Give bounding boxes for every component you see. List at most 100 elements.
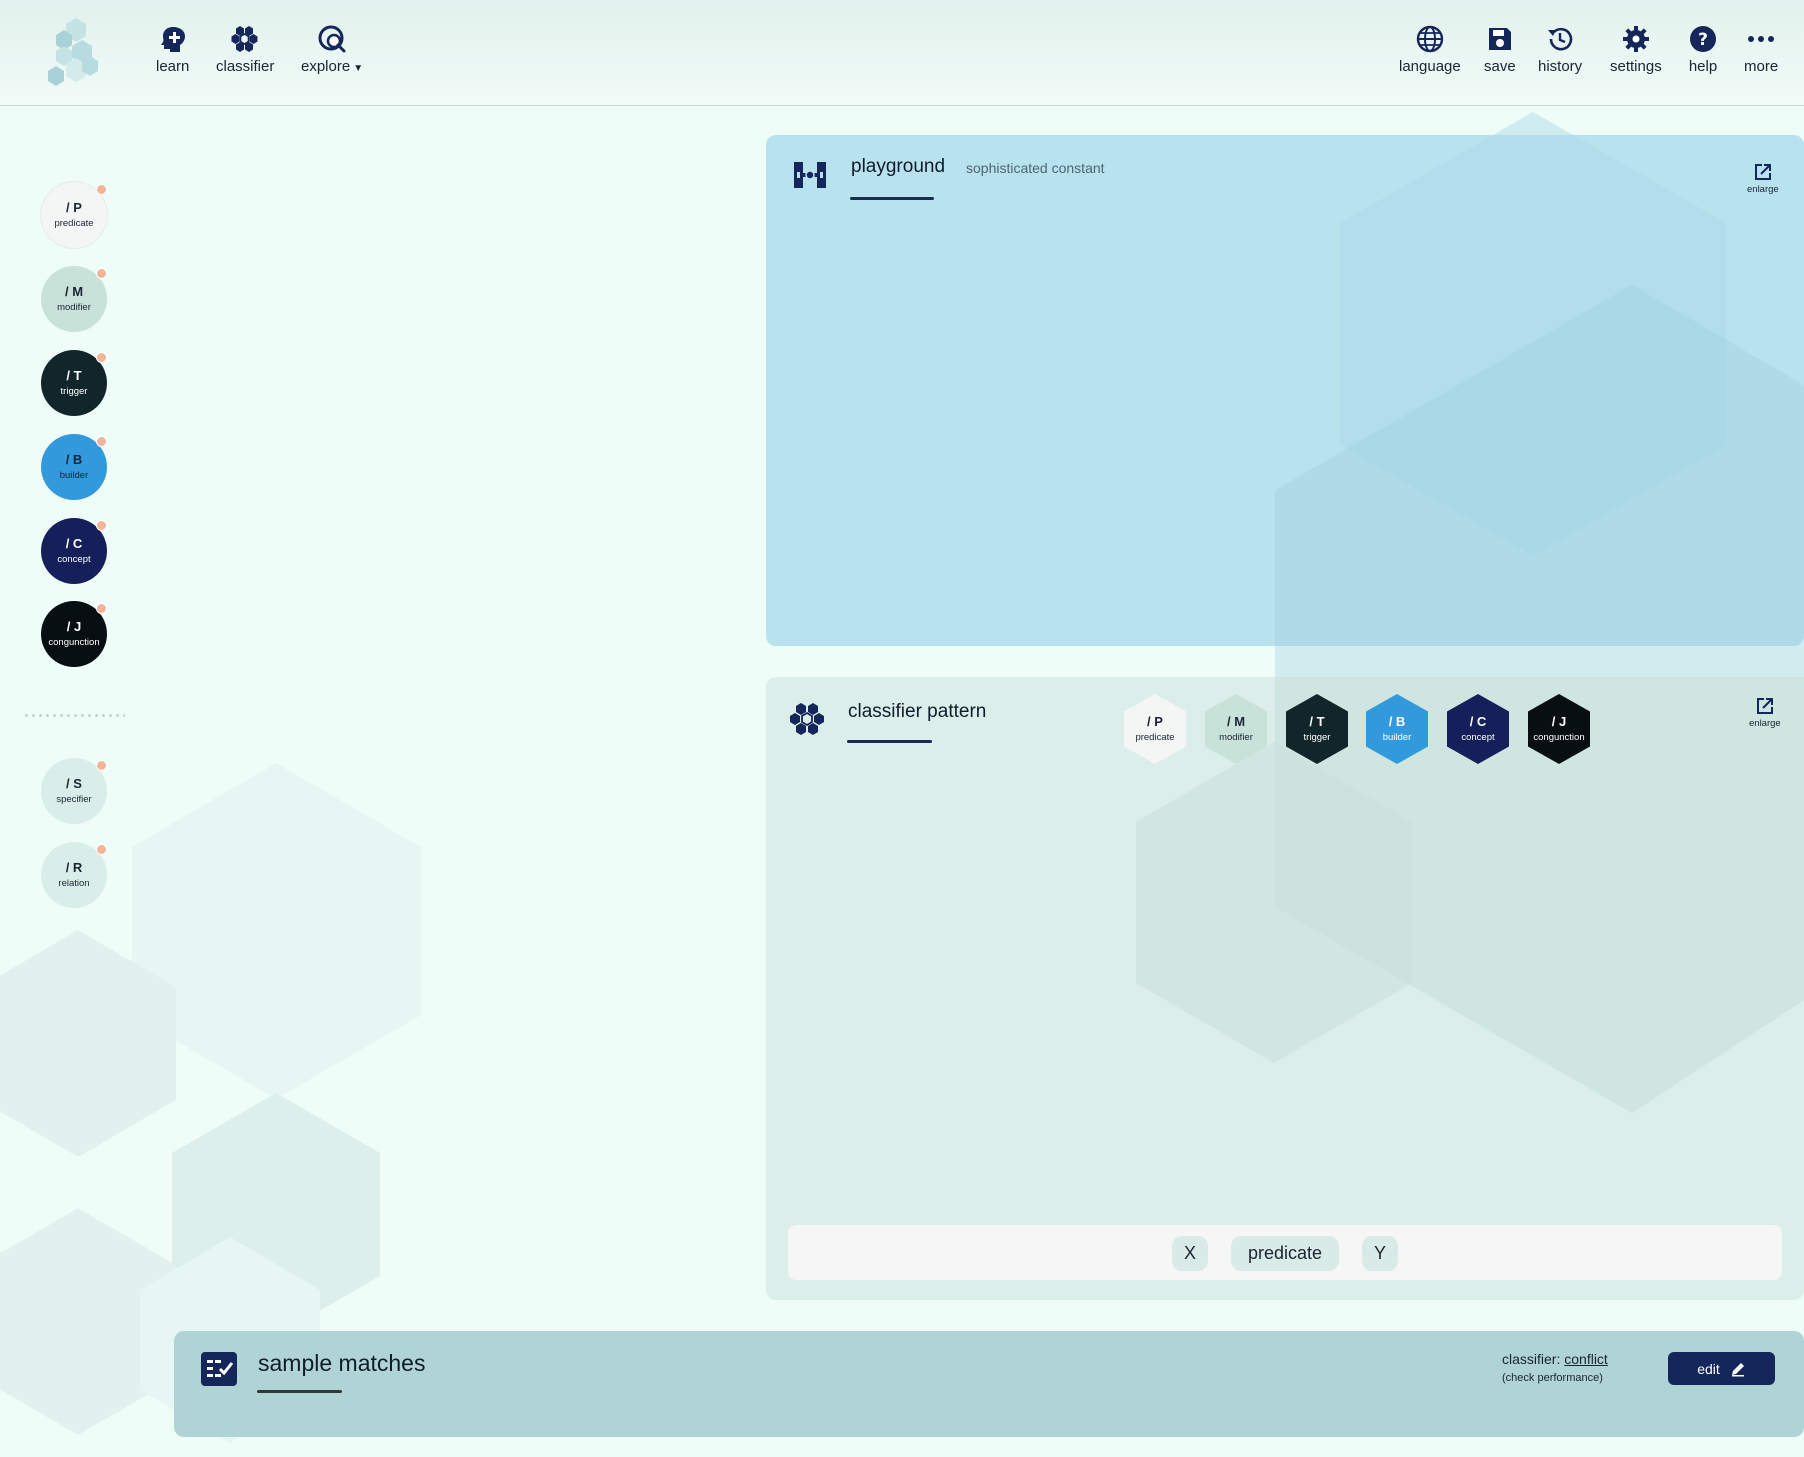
ellipsis-icon [1748,36,1775,42]
sidebar-chip-trigger[interactable]: / T trigger [41,350,107,416]
sidebar-chip-specifier[interactable]: / S specifier [41,758,107,824]
chip-name: modifier [57,302,91,313]
hex-code: / C [1469,714,1487,729]
floppy-disk-icon [1488,28,1511,50]
nav-language-label: language [1399,58,1461,75]
gear-icon [1622,26,1649,52]
hex-code: / T [1309,714,1325,729]
sidebar-chip-relation[interactable]: / R relation [41,842,107,908]
chip-code: / S [66,776,82,791]
classifier-pattern-title-underline [847,740,932,743]
notification-dot [96,760,107,771]
hex-code: / J [1551,714,1567,729]
nav-settings[interactable]: settings [1610,24,1662,75]
classifier-enlarge-button[interactable]: enlarge [1749,696,1781,729]
sidebar-chip-concept[interactable]: / C concept [41,518,107,584]
classifier-enlarge-label: enlarge [1749,718,1781,729]
globe-icon [1416,25,1444,53]
app-logo-icon[interactable] [46,16,104,90]
nav-history[interactable]: history [1538,24,1582,75]
notification-dot [96,520,107,531]
chip-code: / J [66,619,82,634]
nav-explore-label: explore [301,58,351,75]
sidebar-divider [23,714,125,717]
pattern-token-x[interactable]: X [1172,1236,1208,1271]
brain-plus-icon [160,27,185,52]
chip-code: / R [65,860,83,875]
playground-title: playground [851,156,946,177]
playground-subtitle: sophisticated constant [966,160,1105,176]
chip-code: / B [65,452,83,467]
playground-icon [794,162,826,188]
sample-matches-panel [174,1331,1804,1437]
notification-dot [96,184,107,195]
chip-name: trigger [60,386,88,397]
playground-enlarge-button[interactable]: enlarge [1747,162,1779,195]
playground-enlarge-label: enlarge [1747,184,1779,195]
nav-more-label: more [1744,58,1779,75]
pencil-icon [1731,1362,1744,1376]
classifier-info-label: classifier: [1502,1351,1561,1367]
hex-code: / B [1388,714,1406,729]
nav-language[interactable]: language [1399,24,1461,75]
edit-button[interactable]: edit [1668,1352,1775,1385]
nav-learn[interactable]: learn [156,24,189,75]
sample-matches-title: sample matches [258,1350,426,1376]
checklist-icon [201,1352,237,1386]
sample-matches-title-underline [257,1390,342,1393]
chevron-down-icon: ▼ [353,63,364,74]
notification-dot [96,268,107,279]
chip-name: specifier [56,794,92,805]
check-performance-link[interactable]: (check performance) [1502,1372,1603,1384]
globe-search-icon [318,25,346,53]
classifier-pattern-panel [766,677,1804,1300]
nav-save-label: save [1484,58,1516,75]
history-clock-icon [1548,27,1573,51]
edit-button-label: edit [1697,1360,1720,1377]
svg-text:?: ? [1698,30,1708,50]
pattern-token-predicate[interactable]: predicate [1231,1236,1339,1271]
enlarge-icon [1754,164,1771,180]
hex-code: / M [1226,714,1246,729]
classifier-pattern-title: classifier pattern [848,701,987,722]
sidebar-chip-congunction[interactable]: / J conguncti​on [41,601,107,667]
hex-name: predicate [1135,732,1175,743]
pattern-token-y[interactable]: Y [1362,1236,1398,1271]
chip-code: / P [66,200,82,215]
hexagon-cluster-icon [231,26,258,52]
nav-save[interactable]: save [1484,24,1516,75]
hex-name: trigger [1303,732,1331,743]
playground-panel [766,135,1804,646]
nav-explore[interactable]: explore ▼ [301,24,363,75]
hex-name: modifier [1219,732,1253,743]
notification-dot [96,844,107,855]
hex-code: / P [1147,714,1163,729]
notification-dot [96,603,107,614]
sidebar-chip-builder[interactable]: / B builder [41,434,107,500]
hex-name: builder [1382,732,1412,743]
chip-name: predicate [54,218,94,229]
nav-learn-label: learn [156,58,190,75]
classifier-link[interactable]: conflict [1564,1351,1608,1367]
sidebar-chip-predicate[interactable]: / P predicate [41,182,107,248]
chip-code: / T [66,368,82,383]
chip-code: / C [65,536,83,551]
top-navigation-bar: learn classifier explore ▼ language save… [0,0,1804,106]
nav-help[interactable]: ? help [1688,24,1718,75]
chip-name: conguncti​on [48,637,100,648]
enlarge-icon [1756,698,1773,714]
nav-help-label: help [1688,58,1718,75]
chip-code: / M [64,284,84,299]
nav-more[interactable]: more [1744,24,1778,75]
nav-classifier[interactable]: classifier [216,24,274,75]
sidebar-chip-modifier[interactable]: / M modifier [41,266,107,332]
notification-dot [96,352,107,363]
chip-name: builder [59,470,89,481]
hexagon-cluster-icon [790,703,824,735]
hex-name: conguncti​on [1533,732,1585,743]
classifier-info: classifier: conflict [1502,1351,1608,1367]
hex-name: concept [1461,732,1495,743]
nav-settings-label: settings [1610,58,1662,75]
notification-dot [96,436,107,447]
chip-name: relation [58,878,90,889]
